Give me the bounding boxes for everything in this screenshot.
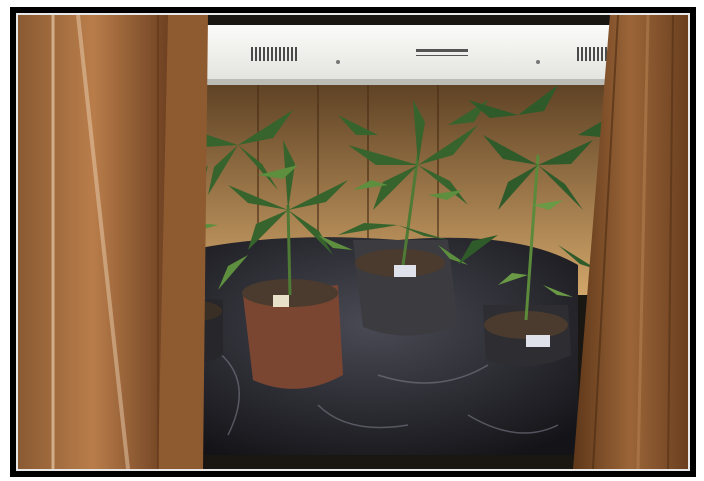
grow-scene-illustration bbox=[18, 15, 688, 469]
photo-frame bbox=[10, 7, 696, 477]
pot-brown bbox=[242, 279, 343, 389]
door-frame-left bbox=[18, 15, 208, 469]
photo bbox=[16, 13, 690, 471]
